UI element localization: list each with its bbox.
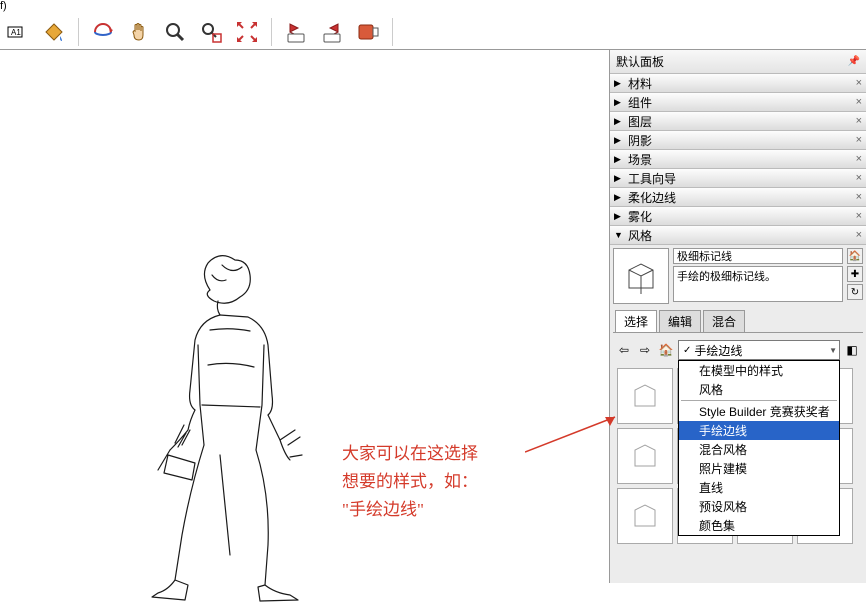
toolbar: A1	[0, 14, 866, 50]
dropdown-item[interactable]: 颜色集	[679, 516, 839, 535]
dimension-tool[interactable]: A1	[4, 18, 32, 46]
style-desc-input[interactable]: 手绘的极细标记线。	[673, 266, 843, 302]
dropdown-item[interactable]: 直线	[679, 478, 839, 497]
close-icon[interactable]: ×	[856, 172, 862, 184]
tray-materials[interactable]: ▶材料×	[610, 74, 866, 93]
dropdown-list: 在模型中的样式 风格 Style Builder 竞赛获奖者 手绘边线 混合风格…	[678, 360, 840, 536]
next-view-tool[interactable]	[318, 18, 346, 46]
refresh-style-icon[interactable]: ↻	[847, 284, 863, 300]
forward-icon[interactable]: ⇨	[636, 341, 654, 359]
home-icon[interactable]: 🏠	[657, 341, 675, 359]
tray-instructor[interactable]: ▶工具向导×	[610, 169, 866, 188]
tray-components[interactable]: ▶组件×	[610, 93, 866, 112]
tray-styles[interactable]: ▼风格×	[610, 226, 866, 245]
details-icon[interactable]: ◧	[843, 341, 861, 359]
close-icon[interactable]: ×	[856, 115, 862, 127]
orbit-tool[interactable]	[89, 18, 117, 46]
close-icon[interactable]: ×	[856, 153, 862, 165]
dropdown-item[interactable]: 在模型中的样式	[679, 361, 839, 380]
close-icon[interactable]: ×	[856, 191, 862, 203]
dropdown-item[interactable]: 风格	[679, 380, 839, 399]
dropdown-item[interactable]: 预设风格	[679, 497, 839, 516]
style-thumb-item[interactable]	[617, 368, 673, 424]
close-icon[interactable]: ×	[856, 210, 862, 222]
close-icon[interactable]: ×	[856, 229, 862, 241]
zoom-tool[interactable]	[161, 18, 189, 46]
style-tabs: 选择 编辑 混合	[615, 310, 861, 332]
zoom-window-tool[interactable]	[197, 18, 225, 46]
dropdown-item[interactable]: 照片建模	[679, 459, 839, 478]
svg-text:A1: A1	[11, 28, 21, 37]
close-icon[interactable]: ×	[856, 134, 862, 146]
tab-select[interactable]: 选择	[615, 310, 657, 332]
tray-soften[interactable]: ▶柔化边线×	[610, 188, 866, 207]
previous-view-tool[interactable]	[282, 18, 310, 46]
pan-tool[interactable]	[125, 18, 153, 46]
tray-fog[interactable]: ▶雾化×	[610, 207, 866, 226]
tray-panel: 默认面板 📌 ▶材料× ▶组件× ▶图层× ▶阴影× ▶场景× ▶工具向导× ▶…	[610, 50, 866, 583]
style-thumbnail[interactable]	[613, 248, 669, 304]
tray-scenes[interactable]: ▶场景×	[610, 150, 866, 169]
dropdown-item[interactable]: 混合风格	[679, 440, 839, 459]
paint-bucket-tool[interactable]	[40, 18, 68, 46]
style-thumb-item[interactable]	[617, 488, 673, 544]
back-icon[interactable]: ⇦	[615, 341, 633, 359]
update-style-icon[interactable]: 🏠	[847, 248, 863, 264]
tray-title[interactable]: 默认面板 📌	[610, 50, 866, 74]
model-figure	[140, 245, 350, 615]
styles-panel: 手绘的极细标记线。 🏠 ✚ ↻ 选择 编辑 混合 ⇦ ⇨ 🏠	[610, 245, 866, 551]
viewport[interactable]: 大家可以在这选择 想要的样式，如： "手绘边线"	[0, 50, 610, 583]
dropdown-item[interactable]: Style Builder 竞赛获奖者	[679, 402, 839, 421]
position-camera-tool[interactable]	[354, 18, 382, 46]
annotation-text: 大家可以在这选择 想要的样式，如： "手绘边线"	[342, 440, 478, 524]
style-thumb-item[interactable]	[617, 428, 673, 484]
tray-layers[interactable]: ▶图层×	[610, 112, 866, 131]
tab-mix[interactable]: 混合	[703, 310, 745, 332]
close-icon[interactable]: ×	[856, 77, 862, 89]
zoom-extents-tool[interactable]	[233, 18, 261, 46]
tray-shadows[interactable]: ▶阴影×	[610, 131, 866, 150]
style-collection-dropdown[interactable]: ✓手绘边线 在模型中的样式 风格 Style Builder 竞赛获奖者 手绘边…	[678, 340, 840, 360]
tab-edit[interactable]: 编辑	[659, 310, 701, 332]
style-name-input[interactable]	[673, 248, 843, 264]
pin-icon[interactable]: 📌	[848, 56, 860, 67]
create-style-icon[interactable]: ✚	[847, 266, 863, 282]
window-title: f)	[0, 0, 866, 14]
dropdown-item-selected[interactable]: 手绘边线	[679, 421, 839, 440]
close-icon[interactable]: ×	[856, 96, 862, 108]
